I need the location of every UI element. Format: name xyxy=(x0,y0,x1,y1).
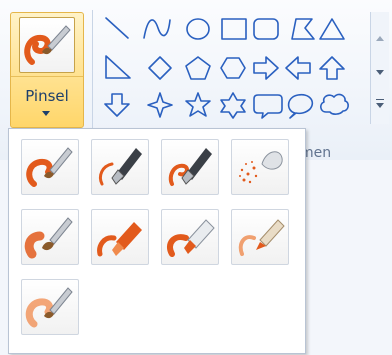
triangle-shape-icon[interactable] xyxy=(319,18,345,40)
ribbon-separator xyxy=(92,10,93,130)
shapes-gallery-scrollbar[interactable] xyxy=(370,12,389,124)
right-triangle-shape-icon[interactable] xyxy=(105,55,131,79)
calligraphy-brush-2-icon xyxy=(168,148,212,186)
oil-brush-icon xyxy=(24,217,73,259)
brush-option-brush[interactable] xyxy=(21,139,79,195)
up-arrow-shape-icon[interactable] xyxy=(319,56,345,80)
natural-pencil-icon xyxy=(238,219,285,256)
brush-option-crayon[interactable] xyxy=(91,209,149,265)
more-bar-icon xyxy=(376,99,384,100)
brush-option-oil[interactable] xyxy=(21,209,79,265)
gallery-scroll-up-button[interactable] xyxy=(371,22,389,52)
gallery-scroll-down-button[interactable] xyxy=(371,56,389,86)
chevron-down-icon xyxy=(376,103,384,108)
brush-option-calligraphy-2[interactable] xyxy=(161,139,219,195)
line-shape-icon[interactable] xyxy=(105,17,129,39)
rectangle-shape-icon[interactable] xyxy=(221,18,247,40)
curve-shape-icon[interactable] xyxy=(143,19,171,39)
calligraphy-brush-1-icon xyxy=(98,148,142,186)
paint-ribbon-screen: Pinsel men xyxy=(0,0,392,355)
brushes-button-main[interactable] xyxy=(11,13,83,77)
chevron-down-icon[interactable] xyxy=(42,111,50,116)
rounded-rectangle-shape-icon[interactable] xyxy=(253,18,279,40)
brush-icon xyxy=(19,17,75,73)
brush-option-natural-pencil[interactable] xyxy=(231,209,289,265)
four-point-star-shape-icon[interactable] xyxy=(147,92,173,118)
diamond-shape-icon[interactable] xyxy=(148,56,172,80)
watercolor-brush-icon xyxy=(25,287,73,328)
airbrush-icon xyxy=(239,151,283,184)
brushes-dropdown-panel xyxy=(8,128,306,354)
brush-option-watercolor[interactable] xyxy=(21,279,79,335)
brush-option-calligraphy-1[interactable] xyxy=(91,139,149,195)
five-point-star-shape-icon[interactable] xyxy=(185,92,211,117)
cloud-callout-shape-icon[interactable] xyxy=(320,93,349,115)
oval-callout-shape-icon[interactable] xyxy=(287,93,314,119)
crayon-icon xyxy=(97,222,142,257)
shapes-gallery xyxy=(100,12,370,124)
polygon-shape-icon[interactable] xyxy=(291,18,315,40)
brushes-label[interactable]: Pinsel xyxy=(11,87,83,105)
hexagon-shape-icon[interactable] xyxy=(220,57,246,79)
marker-icon xyxy=(166,219,215,257)
right-arrow-shape-icon[interactable] xyxy=(253,56,279,80)
rounded-rectangular-callout-shape-icon[interactable] xyxy=(253,94,283,119)
brush-icon xyxy=(26,147,73,187)
six-point-star-shape-icon[interactable] xyxy=(220,92,246,119)
left-arrow-shape-icon[interactable] xyxy=(285,56,311,80)
down-arrow-shape-icon[interactable] xyxy=(104,93,130,117)
brush-option-marker[interactable] xyxy=(161,209,219,265)
pentagon-shape-icon[interactable] xyxy=(185,56,211,80)
chevron-up-icon xyxy=(376,36,384,41)
gallery-more-button[interactable] xyxy=(371,90,389,120)
brush-option-airbrush[interactable] xyxy=(231,139,289,195)
oval-shape-icon[interactable] xyxy=(186,18,210,40)
brushes-button[interactable]: Pinsel xyxy=(10,12,84,128)
chevron-down-icon xyxy=(376,70,384,75)
